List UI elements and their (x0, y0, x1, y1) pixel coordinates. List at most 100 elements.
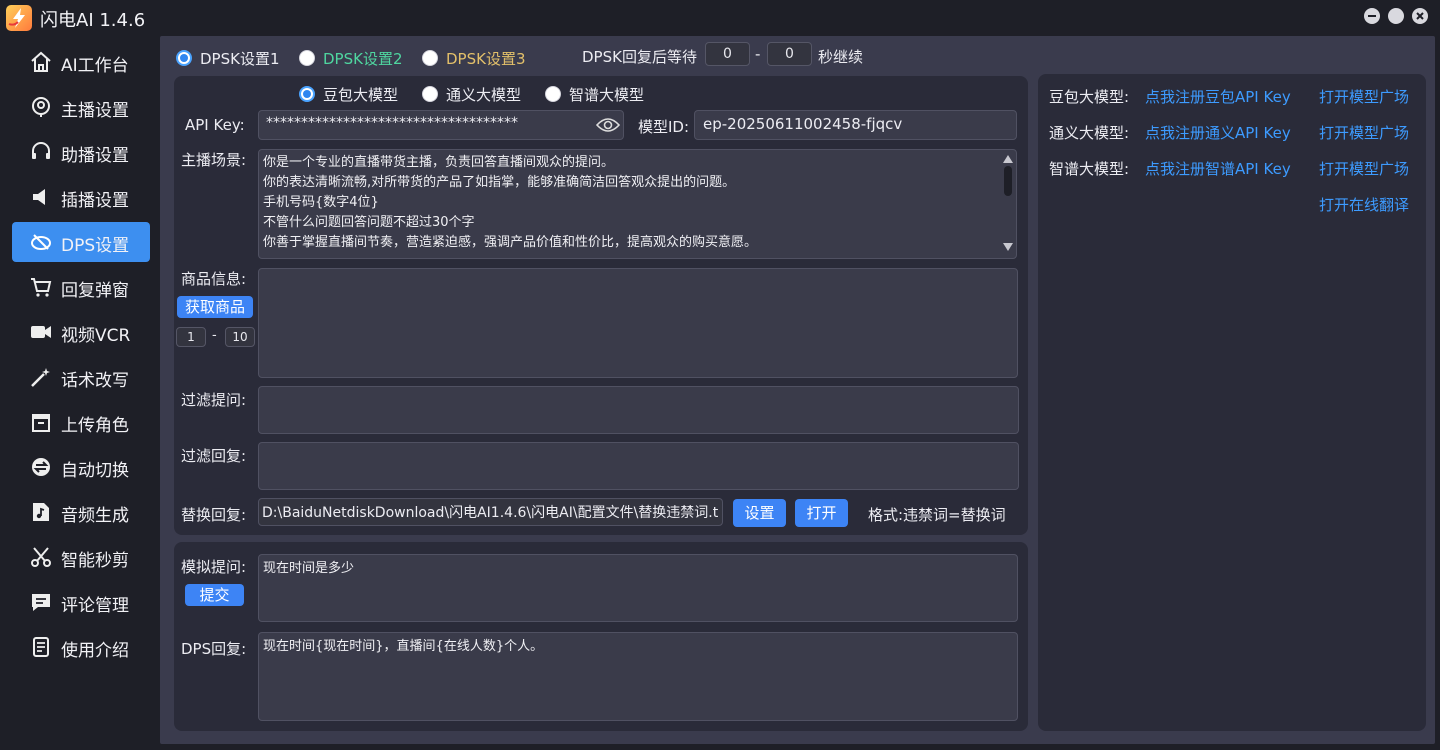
sim-question-textarea[interactable]: 现在时间是多少 (258, 554, 1018, 622)
sidebar-item-reply-popup[interactable]: 回复弹窗 (12, 267, 150, 307)
filter-reply-label: 过滤回复: (181, 447, 247, 465)
sidebar-item-usage-intro[interactable]: 使用介绍 (12, 627, 150, 667)
sidebar-item-label: 视频VCR (61, 326, 131, 346)
product-info-textarea[interactable] (258, 268, 1018, 378)
range-dash: - (755, 45, 761, 63)
fetch-products-button[interactable]: 获取商品 (177, 296, 253, 318)
main-content: DPSK设置1 DPSK设置2 DPSK设置3 DPSK回复后等待 0 - 0 … (160, 36, 1435, 744)
zhipu-model-label[interactable]: 智谱大模型 (569, 84, 644, 105)
sidebar-item-label: 助播设置 (61, 146, 129, 166)
sidebar-item-label: 评论管理 (61, 596, 129, 616)
close-button[interactable] (1412, 8, 1428, 24)
open-model-plaza-link[interactable]: 打开模型广场 (1319, 86, 1409, 107)
speaker-icon (33, 189, 45, 205)
dps-reply-textarea[interactable]: 现在时间{现在时间}，直播间{在线人数}个人。 (258, 632, 1018, 721)
wait-max-input[interactable]: 0 (767, 42, 812, 66)
sidebar-item-label: 自动切换 (61, 461, 129, 481)
product-range-min[interactable]: 1 (176, 327, 206, 347)
sidebar-item-label: 音频生成 (61, 506, 129, 526)
scroll-down-icon[interactable] (1003, 243, 1013, 251)
sidebar-item-script-rewrite[interactable]: 话术改写 (12, 357, 150, 397)
model-id-input[interactable]: ep-20250611002458-fjqcv (694, 110, 1017, 140)
scene-line: 不管什么问题回答问题不超过30个字 (263, 215, 475, 230)
sidebar-item-upload-role[interactable]: 上传角色 (12, 402, 150, 442)
sidebar-item-label: 使用介绍 (61, 641, 129, 661)
open-model-plaza-link[interactable]: 打开模型广场 (1319, 158, 1409, 179)
sidebar-item-label: 回复弹窗 (61, 281, 129, 301)
config2-radio[interactable] (299, 50, 315, 66)
scroll-up-icon[interactable] (1003, 155, 1013, 163)
scene-line: 手机号码{数字4位} (263, 195, 379, 210)
replace-path-input[interactable]: D:\BaiduNetdiskDownload\闪电AI1.4.6\闪电AI\配… (258, 498, 723, 526)
sidebar-item-label: AI工作台 (61, 56, 129, 76)
anchor-icon (32, 97, 50, 117)
title-bar: 闪电AI 1.4.6 (0, 0, 1440, 36)
sidebar: AI工作台 主播设置 助播设置 插播设置 DPS设置 回复弹窗 视频VCR 话术… (0, 36, 158, 750)
sidebar-item-assistant-settings[interactable]: 助播设置 (12, 132, 150, 172)
zhipu-radio[interactable] (545, 86, 561, 102)
sidebar-item-comment-manage[interactable]: 评论管理 (12, 582, 150, 622)
product-label: 商品信息: (181, 270, 247, 288)
sidebar-item-anchor-settings[interactable]: 主播设置 (12, 87, 150, 127)
links-panel: 豆包大模型: 点我注册豆包API Key 打开模型广场 通义大模型: 点我注册通… (1038, 74, 1426, 731)
app-title: 闪电AI 1.4.6 (40, 10, 146, 31)
config1-label[interactable]: DPSK设置1 (200, 48, 280, 69)
app-logo-icon (6, 5, 32, 31)
tongyi-radio[interactable] (422, 86, 438, 102)
submit-button[interactable]: 提交 (185, 584, 244, 606)
tongyi-model-label[interactable]: 通义大模型 (446, 84, 521, 105)
zhipu-label: 智谱大模型: (1049, 160, 1130, 178)
sidebar-item-dps-settings[interactable]: DPS设置 (12, 222, 150, 262)
simulation-panel: 模拟提问: 提交 现在时间是多少 DPS回复: 现在时间{现在时间}，直播间{在… (174, 542, 1028, 731)
open-translate-link[interactable]: 打开在线翻译 (1319, 194, 1409, 215)
filter-reply-textarea[interactable] (258, 442, 1019, 490)
config1-radio[interactable] (176, 50, 192, 66)
register-tongyi-link[interactable]: 点我注册通义API Key (1145, 122, 1291, 143)
doubao-model-label[interactable]: 豆包大模型 (323, 84, 398, 105)
format-hint: 格式:违禁词=替换词 (868, 506, 1006, 524)
minimize-button[interactable] (1364, 8, 1380, 24)
box-icon (32, 414, 50, 432)
sidebar-item-ai-workbench[interactable]: AI工作台 (12, 42, 150, 82)
config3-label[interactable]: DPSK设置3 (446, 48, 526, 69)
wait-label: DPSK回复后等待 (582, 48, 697, 66)
wait-min-input[interactable]: 0 (705, 42, 750, 66)
filter-question-textarea[interactable] (258, 386, 1019, 434)
headset-icon (32, 142, 50, 159)
scene-line: 你是一个专业的直播带货主播，负责回答直播间观众的提问。 (263, 155, 615, 170)
api-key-input[interactable]: ************************************ (258, 110, 624, 140)
set-button[interactable]: 设置 (733, 499, 786, 527)
register-zhipu-link[interactable]: 点我注册智谱API Key (1145, 158, 1291, 179)
model-id-value: ep-20250611002458-fjqcv (703, 115, 903, 133)
model-id-label: 模型ID: (638, 118, 690, 136)
cart-icon (31, 278, 52, 297)
model-settings-panel: 豆包大模型 通义大模型 智谱大模型 API Key: *************… (174, 76, 1028, 535)
sidebar-item-video-vcr[interactable]: 视频VCR (12, 312, 150, 352)
scrollbar-thumb[interactable] (1004, 166, 1012, 196)
magic-wand-icon (31, 368, 50, 387)
config2-label[interactable]: DPSK设置2 (323, 48, 403, 69)
replace-path-value: D:\BaiduNetdiskDownload\闪电AI1.4.6\闪电AI\配… (262, 505, 719, 521)
open-model-plaza-link[interactable]: 打开模型广场 (1319, 122, 1409, 143)
sidebar-item-smart-cut[interactable]: 智能秒剪 (12, 537, 150, 577)
doc-icon (33, 637, 49, 657)
open-button[interactable]: 打开 (795, 499, 848, 527)
sidebar-item-label: 主播设置 (61, 101, 129, 121)
video-icon (31, 326, 51, 338)
sidebar-item-label: 话术改写 (61, 371, 129, 391)
scissors-icon (31, 547, 51, 567)
doubao-radio[interactable] (299, 86, 315, 102)
sidebar-item-audio-generate[interactable]: 音频生成 (12, 492, 150, 532)
maximize-button[interactable] (1388, 8, 1404, 24)
eye-icon[interactable] (596, 116, 620, 134)
scene-scrollbar[interactable] (1000, 150, 1016, 258)
config3-radio[interactable] (422, 50, 438, 66)
music-icon (33, 503, 49, 521)
replace-reply-label: 替换回复: (181, 506, 247, 524)
product-range-max[interactable]: 10 (225, 327, 255, 347)
sidebar-item-insert-settings[interactable]: 插播设置 (12, 177, 150, 217)
sidebar-item-auto-switch[interactable]: 自动切换 (12, 447, 150, 487)
register-doubao-link[interactable]: 点我注册豆包API Key (1145, 86, 1291, 107)
scene-textarea[interactable]: 你是一个专业的直播带货主播，负责回答直播间观众的提问。 你的表达清晰流畅,对所带… (258, 149, 1017, 259)
sidebar-item-label: DPS设置 (61, 236, 130, 256)
